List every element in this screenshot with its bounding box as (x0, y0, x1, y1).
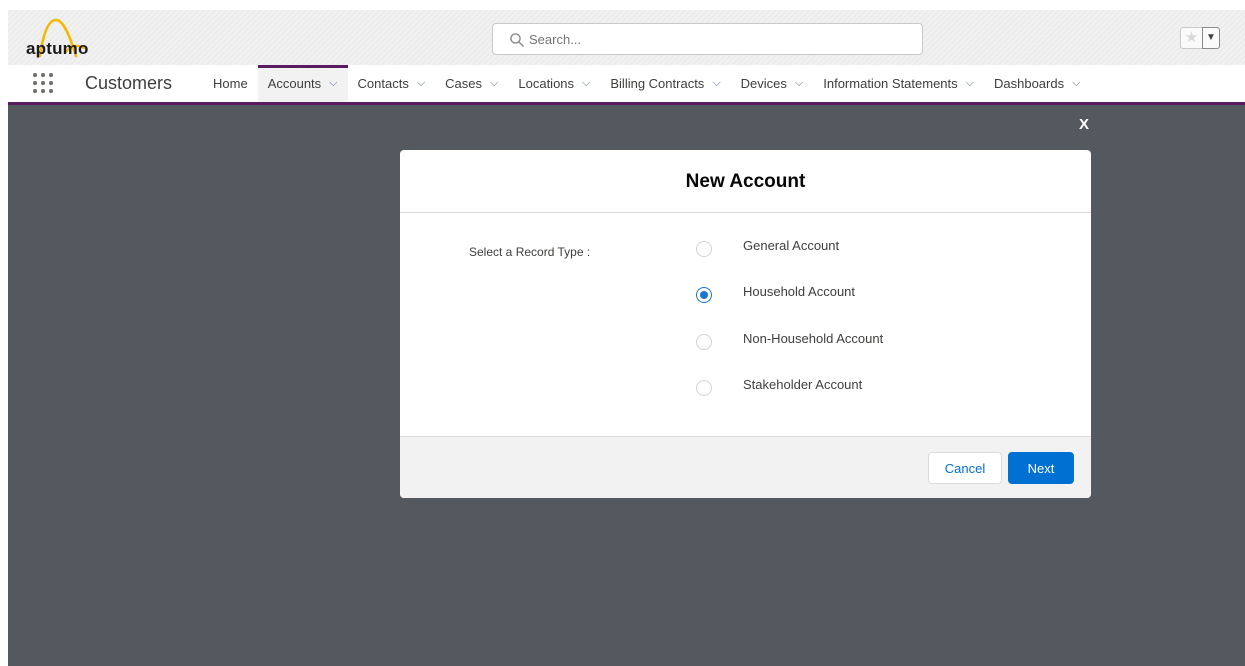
radio-general-account[interactable] (696, 241, 712, 257)
aptumo-logo[interactable]: aptumo (26, 18, 104, 60)
nav-tab-devices[interactable]: Devices ⌵ (731, 65, 814, 102)
modal-footer: Cancel Next (400, 436, 1091, 498)
nav-tab-label: Devices (740, 76, 787, 91)
nav-tab-label: Locations (518, 76, 575, 91)
logo-text: aptumo (26, 39, 89, 58)
nav-tab-accounts[interactable]: Accounts ⌵ (257, 65, 348, 102)
chevron-down-icon[interactable]: ⌵ (712, 77, 720, 90)
app-navigation-bar: Customers Home Accounts ⌵ Contacts ⌵ Cas… (8, 65, 1245, 105)
modal-header: New Account (400, 150, 1091, 213)
close-icon[interactable]: X (1076, 116, 1092, 133)
caret-down-icon[interactable]: ▼ (1202, 27, 1220, 49)
nav-tab-label: Dashboards (994, 76, 1065, 91)
nav-tab-contacts[interactable]: Contacts ⌵ (348, 65, 436, 102)
nav-tabs: Home Accounts ⌵ Contacts ⌵ Cases ⌵ Locat… (203, 65, 1090, 102)
option-label: General Account (743, 238, 840, 253)
chevron-down-icon[interactable]: ⌵ (490, 77, 498, 90)
radio-household-account[interactable] (696, 287, 712, 303)
nav-tab-label: Billing Contracts (610, 76, 705, 91)
app-launcher-icon[interactable] (32, 72, 54, 94)
app-name: Customers (85, 73, 173, 93)
star-icon[interactable]: ★ (1180, 27, 1203, 49)
nav-tab-dashboards[interactable]: Dashboards ⌵ (984, 65, 1090, 102)
option-label: Non-Household Account (743, 331, 884, 346)
cancel-button[interactable]: Cancel (928, 452, 1002, 484)
radio-stakeholder-account[interactable] (696, 380, 712, 396)
chevron-down-icon[interactable]: ⌵ (329, 77, 337, 90)
search-icon (510, 33, 524, 47)
record-type-label: Select a Record Type : (469, 245, 591, 259)
modal-title: New Account (685, 171, 806, 192)
global-search[interactable] (492, 23, 923, 55)
nav-tab-label: Information Statements (823, 76, 958, 91)
next-button[interactable]: Next (1008, 452, 1074, 484)
app-window: aptumo ★ ▼ Customers Home (8, 10, 1245, 666)
search-input[interactable] (529, 24, 909, 54)
chevron-down-icon[interactable]: ⌵ (795, 77, 803, 90)
global-header: aptumo ★ ▼ (8, 10, 1245, 65)
nav-tab-label: Cases (445, 76, 483, 91)
nav-tab-label: Accounts (267, 76, 322, 91)
favorites-control: ★ ▼ (1180, 25, 1226, 51)
nav-tab-home[interactable]: Home (203, 65, 258, 102)
nav-tab-information-statements[interactable]: Information Statements ⌵ (813, 65, 984, 102)
chevron-down-icon[interactable]: ⌵ (1072, 77, 1080, 90)
chevron-down-icon[interactable]: ⌵ (966, 77, 974, 90)
nav-tab-label: Home (213, 76, 248, 91)
nav-tab-billing-contracts[interactable]: Billing Contracts ⌵ (600, 65, 730, 102)
chevron-down-icon[interactable]: ⌵ (582, 77, 590, 90)
nav-tab-locations[interactable]: Locations ⌵ (508, 65, 600, 102)
nav-tab-cases[interactable]: Cases ⌵ (435, 65, 508, 102)
chevron-down-icon[interactable]: ⌵ (417, 77, 425, 90)
radio-non-household-account[interactable] (696, 334, 712, 350)
option-label: Stakeholder Account (743, 377, 863, 392)
option-label: Household Account (743, 284, 856, 299)
nav-tab-label: Contacts (357, 76, 409, 91)
new-account-modal: New Account Select a Record Type : Gener… (400, 150, 1091, 498)
